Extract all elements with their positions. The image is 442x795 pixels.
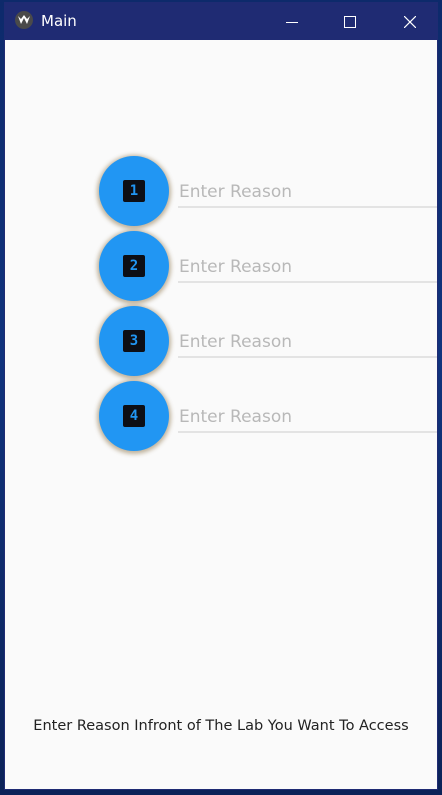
number-badge-icon: 3: [123, 330, 145, 352]
title-bar[interactable]: Main: [5, 3, 437, 40]
main-content: 1 2 3: [5, 40, 437, 789]
app-logo-icon: [15, 11, 33, 29]
reason-number-1: 1: [129, 183, 139, 199]
number-badge-icon: 4: [123, 405, 145, 427]
reason-row-2: 2: [5, 231, 437, 303]
close-button[interactable]: [381, 3, 437, 40]
number-badge-icon: 1: [123, 180, 145, 202]
window-title: Main: [41, 12, 77, 30]
reason-number-button-4[interactable]: 4: [99, 381, 169, 451]
reason-number-button-1[interactable]: 1: [99, 156, 169, 226]
reason-row-3: 3: [5, 306, 437, 378]
reason-row-1: 1: [5, 156, 437, 228]
reason-number-2: 2: [129, 258, 139, 274]
close-icon: [404, 15, 416, 28]
maximize-icon: [344, 15, 356, 28]
minimize-icon: [286, 21, 298, 23]
desktop-background: Main 1 Enter Reason 2 Enter Reason 3 Ent…: [0, 0, 442, 795]
reason-input-2[interactable]: [178, 253, 437, 283]
minimize-button[interactable]: [263, 3, 321, 40]
number-badge-icon: 2: [123, 255, 145, 277]
reason-input-3[interactable]: [178, 328, 437, 358]
reason-row-4: 4: [5, 381, 437, 453]
reason-number-button-2[interactable]: 2: [99, 231, 169, 301]
reason-number-button-3[interactable]: 3: [99, 306, 169, 376]
app-window: Main 1 Enter Reason 2 Enter Reason 3 Ent…: [4, 2, 438, 790]
reason-number-3: 3: [129, 333, 139, 349]
reason-input-1[interactable]: [178, 178, 437, 208]
reason-input-4[interactable]: [178, 403, 437, 433]
instruction-text: Enter Reason Infront of The Lab You Want…: [33, 718, 409, 734]
maximize-button[interactable]: [321, 3, 379, 40]
reason-number-4: 4: [129, 408, 139, 424]
